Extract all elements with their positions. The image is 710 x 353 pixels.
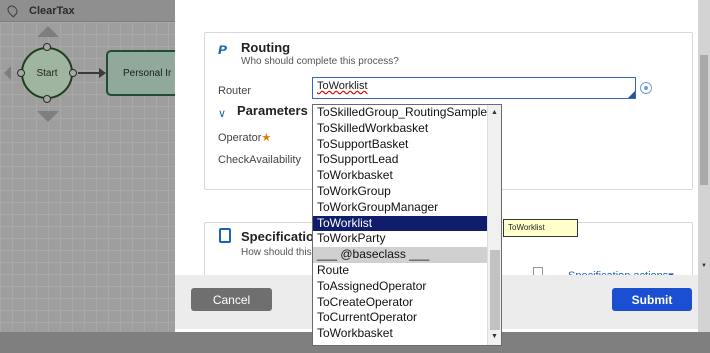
autocomplete-corner-icon [628, 91, 635, 98]
scroll-down-arrow-icon[interactable]: ▼ [701, 263, 707, 269]
parameters-label[interactable]: Parameters [237, 103, 308, 118]
dropdown-separator: ___ @baseclass ___ [313, 247, 501, 263]
dropdown-option[interactable]: ToWorkParty [313, 231, 501, 247]
routing-title: Routing [241, 40, 291, 55]
dropdown-option[interactable]: ToCurrentOperator [313, 310, 501, 326]
option-tooltip: ToWorklist [503, 219, 578, 237]
dropdown-option[interactable]: ToWorkbasket [313, 168, 501, 184]
step-node[interactable]: Personal Ir [106, 50, 186, 96]
specification-subtitle: How should this [241, 247, 312, 258]
connector-arrowhead [99, 68, 106, 78]
dropdown-option[interactable]: ToSkilledWorkbasket [313, 121, 501, 137]
dropdown-scrollbar-thumb[interactable] [490, 250, 500, 330]
dropdown-option[interactable]: ToWorkbasket [313, 326, 501, 342]
node-handle-left[interactable] [17, 69, 25, 77]
canvas-header: ClearTax [0, 0, 175, 22]
node-handle-top[interactable] [43, 43, 51, 51]
router-dropdown[interactable]: ToSkilledGroup_RoutingSample ToSkilledWor… [312, 104, 502, 346]
step-node-label: Personal Ir [123, 67, 172, 79]
process-title: ClearTax [29, 4, 75, 17]
chevron-down-icon[interactable]: ∨ [218, 107, 226, 120]
dropdown-scrollbar[interactable]: ▲ ▼ [487, 105, 501, 345]
dropdown-option[interactable]: Route [313, 263, 501, 279]
dropdown-option[interactable]: ToWorklist [313, 215, 501, 232]
node-handle-right[interactable] [69, 69, 77, 77]
operator-label: Operator★ [218, 131, 271, 144]
router-input[interactable]: ToWorklist [312, 77, 636, 99]
required-marker: ★ [261, 132, 272, 144]
dropdown-option[interactable]: ToSupportBasket [313, 137, 501, 153]
dropdown-option[interactable]: ToCreateOperator [313, 295, 501, 311]
routing-icon: ᴘ [218, 41, 228, 58]
dropdown-option[interactable]: ToSupportLead [313, 152, 501, 168]
target-icon[interactable] [640, 82, 652, 94]
specification-title: Specification [241, 229, 322, 244]
start-node[interactable]: Start [21, 47, 73, 99]
document-icon [219, 228, 231, 243]
operator-label-text: Operator [218, 132, 262, 144]
scroll-down-arrow-icon[interactable]: ▼ [491, 333, 498, 340]
dropdown-option[interactable]: ToSkilledGroup_RoutingSample [313, 105, 501, 121]
node-handle-bottom[interactable] [43, 95, 51, 103]
move-up-arrow-icon[interactable] [37, 26, 59, 37]
router-label: Router [218, 85, 252, 97]
cancel-button[interactable]: Cancel [191, 288, 272, 311]
router-input-value: ToWorklist [317, 80, 368, 92]
dropdown-option[interactable]: ToWorkGroup [313, 184, 501, 200]
move-left-arrow-icon[interactable] [4, 66, 11, 80]
page-scrollbar-thumb[interactable] [700, 55, 708, 185]
dropdown-option[interactable]: ToWorkGroupManager [313, 200, 501, 216]
routing-subtitle: Who should complete this process? [241, 56, 399, 67]
check-availability-label: CheckAvailability [218, 154, 301, 166]
submit-button[interactable]: Submit [612, 288, 692, 311]
dropdown-option[interactable]: ToAssignedOperator [313, 279, 501, 295]
start-node-label: Start [36, 67, 58, 79]
dropdown-options: ToSkilledGroup_RoutingSample ToSkilledWor… [313, 105, 501, 342]
scroll-up-arrow-icon[interactable]: ▲ [491, 109, 498, 116]
location-pin-icon [5, 3, 20, 18]
move-down-arrow-icon[interactable] [37, 111, 59, 122]
